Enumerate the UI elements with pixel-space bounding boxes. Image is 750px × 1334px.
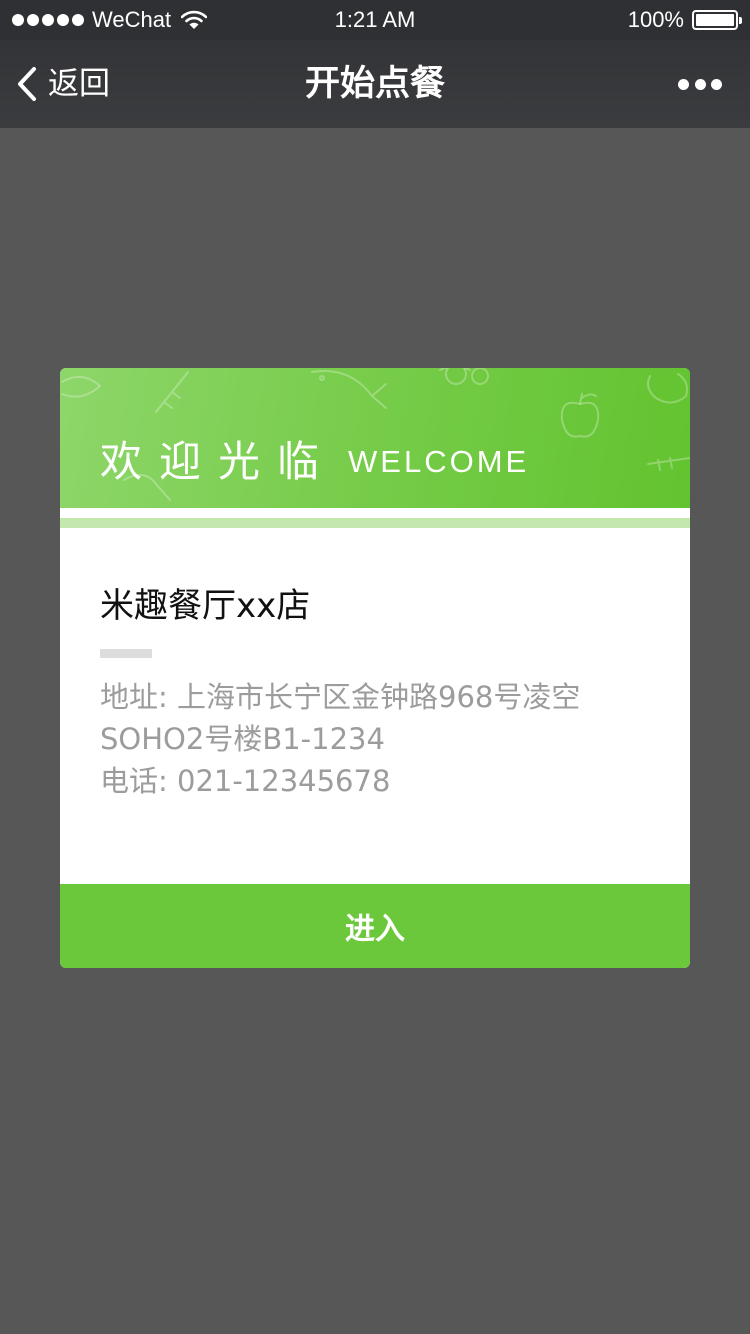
battery-icon: [692, 10, 742, 30]
welcome-chinese: 欢迎光临: [100, 437, 337, 486]
battery-percentage: 100%: [627, 7, 684, 32]
status-bar: WeChat 1:21 AM 100%: [0, 0, 750, 40]
store-phone: 电话: 021-12345678: [100, 764, 391, 798]
page-title: 开始点餐: [304, 64, 445, 104]
header-divider-green: [60, 518, 690, 528]
navigation-bar: 返回 开始点餐: [0, 40, 750, 128]
store-name: 米趣餐厅xx店: [100, 586, 311, 626]
card-header: 欢迎光临 WELCOME: [60, 368, 690, 508]
store-address-line1: 地址: 上海市长宁区金钟路968号凌空: [100, 680, 581, 714]
store-address-line2: SOHO2号楼B1-1234: [100, 722, 385, 756]
store-info: 地址: 上海市长宁区金钟路968号凌空 SOHO2号楼B1-1234 电话: 0…: [100, 676, 660, 802]
more-dots-icon[interactable]: [678, 76, 722, 92]
status-right: 100%: [627, 7, 742, 33]
welcome-english: WELCOME: [348, 444, 530, 479]
header-divider-white: [60, 508, 690, 518]
enter-button[interactable]: 进入: [60, 884, 690, 968]
welcome-heading: 欢迎光临 WELCOME: [100, 434, 529, 490]
welcome-card: 欢迎光临 WELCOME 米趣餐厅xx店 地址: 上海市长宁区金钟路968号凌空…: [60, 368, 690, 968]
title-underline: [100, 649, 152, 658]
card-body: 米趣餐厅xx店 地址: 上海市长宁区金钟路968号凌空 SOHO2号楼B1-12…: [60, 528, 690, 884]
